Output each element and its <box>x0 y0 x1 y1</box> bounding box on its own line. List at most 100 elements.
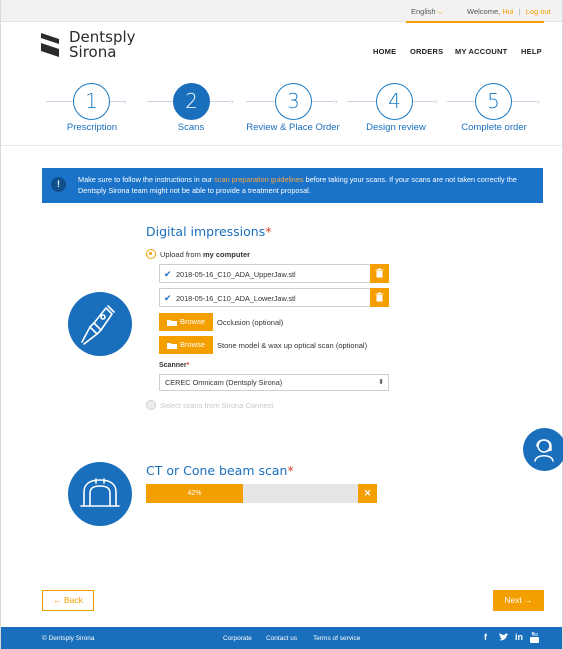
ct-scan-title-text: CT or Cone beam scan <box>146 463 288 478</box>
support-agent-icon <box>534 439 554 462</box>
file-name: 2018-05-16_C10_ADA_UpperJaw.stl <box>176 270 296 279</box>
occlusion-label: Occlusion (optional) <box>217 318 284 327</box>
alert-icon: ! <box>51 177 66 192</box>
youtube-icon[interactable] <box>530 632 539 643</box>
folder-icon <box>167 319 177 326</box>
linkedin-icon[interactable]: in <box>515 632 523 642</box>
stone-model-label: Stone model & wax up optical scan (optio… <box>217 341 368 350</box>
nav-home[interactable]: HOME <box>373 47 396 56</box>
delete-file-button[interactable] <box>370 264 389 283</box>
scanner-select[interactable]: CEREC Omnicam (Dentsply Sirona) ⬍ <box>159 374 389 391</box>
divider <box>1 145 562 146</box>
scan-guidelines-link[interactable]: scan preparation guidelines <box>214 175 303 184</box>
step-connector <box>347 101 376 102</box>
footer-contact-link[interactable]: Contact us <box>266 635 297 642</box>
browse-label: Browse <box>180 340 206 349</box>
step-5-circle[interactable]: 5 <box>475 83 512 120</box>
cbct-scanner-icon <box>68 462 132 526</box>
digital-impressions-title: Digital impressions* <box>146 224 271 239</box>
step-4-label[interactable]: Design review <box>366 122 426 133</box>
file-name: 2018-05-16_C10_ADA_LowerJaw.stl <box>176 294 296 303</box>
support-chat-button[interactable] <box>523 428 563 471</box>
sirona-connect-radio[interactable] <box>146 400 156 410</box>
back-button[interactable]: ← Back <box>42 590 94 611</box>
ct-upload-progress: 42% ✕ <box>146 484 377 503</box>
step-2-circle[interactable]: 2 <box>173 83 210 120</box>
trash-icon <box>375 268 384 278</box>
scanner-select-value: CEREC Omnicam (Dentsply Sirona) <box>165 378 283 387</box>
required-mark: * <box>265 224 272 239</box>
nav-orders[interactable]: ORDERS <box>410 47 443 56</box>
logout-link[interactable]: Log out <box>526 7 551 16</box>
copyright: © Dentsply Sirona <box>42 635 95 642</box>
uploaded-file-row: ✔ 2018-05-16_C10_ADA_LowerJaw.stl <box>159 288 389 307</box>
step-connector <box>46 101 73 102</box>
intraoral-scanner-icon <box>68 292 132 356</box>
step-connector <box>147 101 173 102</box>
separator: | <box>518 7 521 16</box>
logo-text: Dentsply Sirona <box>69 30 136 60</box>
step-connector <box>447 101 475 102</box>
user-name-link[interactable]: Hui <box>502 7 513 16</box>
arrow-right-icon: › <box>335 97 338 106</box>
upload-option-bold: my computer <box>202 250 251 259</box>
digital-impressions-title-text: Digital impressions <box>146 224 266 239</box>
language-selector[interactable]: English ⌵ <box>411 7 443 17</box>
cancel-upload-button[interactable]: ✕ <box>358 484 377 503</box>
scanner-label: Scanner* <box>159 362 189 369</box>
nav-help[interactable]: HELP <box>521 47 542 56</box>
scanner-wand-icon <box>81 305 115 345</box>
checkmark-icon: ✔ <box>164 293 172 303</box>
step-3-label[interactable]: Review & Place Order <box>246 122 339 133</box>
browse-label: Browse <box>180 317 206 326</box>
banner-text-before: Make sure to follow the instructions in … <box>78 175 215 184</box>
required-mark: * <box>186 362 190 369</box>
step-connector <box>413 101 435 102</box>
arrow-right-icon: › <box>124 97 127 106</box>
footer-terms-link[interactable]: Terms of service <box>313 635 360 642</box>
step-connector <box>512 101 537 102</box>
upload-from-computer-radio[interactable] <box>146 249 156 259</box>
utility-bar: English ⌵ Welcome, Hui | Log out <box>1 0 562 23</box>
checkmark-icon: ✔ <box>164 269 172 279</box>
facebook-icon[interactable]: f <box>484 632 487 642</box>
upload-from-computer-label[interactable]: Upload from my computer <box>160 250 250 259</box>
utility-underline <box>406 21 544 23</box>
browse-stone-model-button[interactable]: Browse <box>159 336 213 354</box>
chevron-down-icon: ⌵ <box>437 7 444 16</box>
step-connector <box>312 101 335 102</box>
order-stepper: › › › › › 1 2 3 4 5 Prescription Scans R… <box>1 80 563 140</box>
step-1-label[interactable]: Prescription <box>67 122 117 133</box>
step-connector <box>210 101 231 102</box>
banner-text: Make sure to follow the instructions in … <box>78 175 538 196</box>
step-1-circle[interactable]: 1 <box>73 83 110 120</box>
arrow-right-icon: › <box>231 97 234 106</box>
step-5-label[interactable]: Complete order <box>461 122 526 133</box>
footer-corporate-link[interactable]: Corporate <box>223 635 252 642</box>
scanner-label-text: Scanner <box>159 362 187 369</box>
step-2-label[interactable]: Scans <box>178 122 204 133</box>
delete-file-button[interactable] <box>370 288 389 307</box>
upload-option-prefix: Upload from <box>160 250 203 259</box>
sirona-connect-label[interactable]: Select scans from Sirona Connect <box>160 401 273 410</box>
footer: © Dentsply Sirona Corporate Contact us T… <box>1 627 562 649</box>
info-banner: ! Make sure to follow the instructions i… <box>42 168 543 203</box>
step-connector <box>110 101 125 102</box>
nav-my-account[interactable]: MY ACCOUNT <box>455 47 507 56</box>
twitter-icon[interactable] <box>498 633 509 642</box>
ct-scan-title: CT or Cone beam scan* <box>146 463 294 478</box>
step-4-circle[interactable]: 4 <box>376 83 413 120</box>
logo-line2: Sirona <box>69 43 117 61</box>
step-3-circle[interactable]: 3 <box>275 83 312 120</box>
folder-icon <box>167 342 177 349</box>
dentsply-sirona-logo[interactable]: Dentsply Sirona <box>39 30 149 60</box>
progress-percent: 42% <box>187 490 202 497</box>
cone-beam-icon <box>80 478 120 507</box>
browse-occlusion-button[interactable]: Browse <box>159 313 213 331</box>
step-connector <box>246 101 275 102</box>
welcome-prefix: Welcome, <box>467 7 501 16</box>
uploaded-file-row: ✔ 2018-05-16_C10_ADA_UpperJaw.stl <box>159 264 389 283</box>
next-button[interactable]: Next → <box>493 590 544 611</box>
arrow-right-icon: › <box>435 97 438 106</box>
logo-mark-icon <box>41 33 59 57</box>
